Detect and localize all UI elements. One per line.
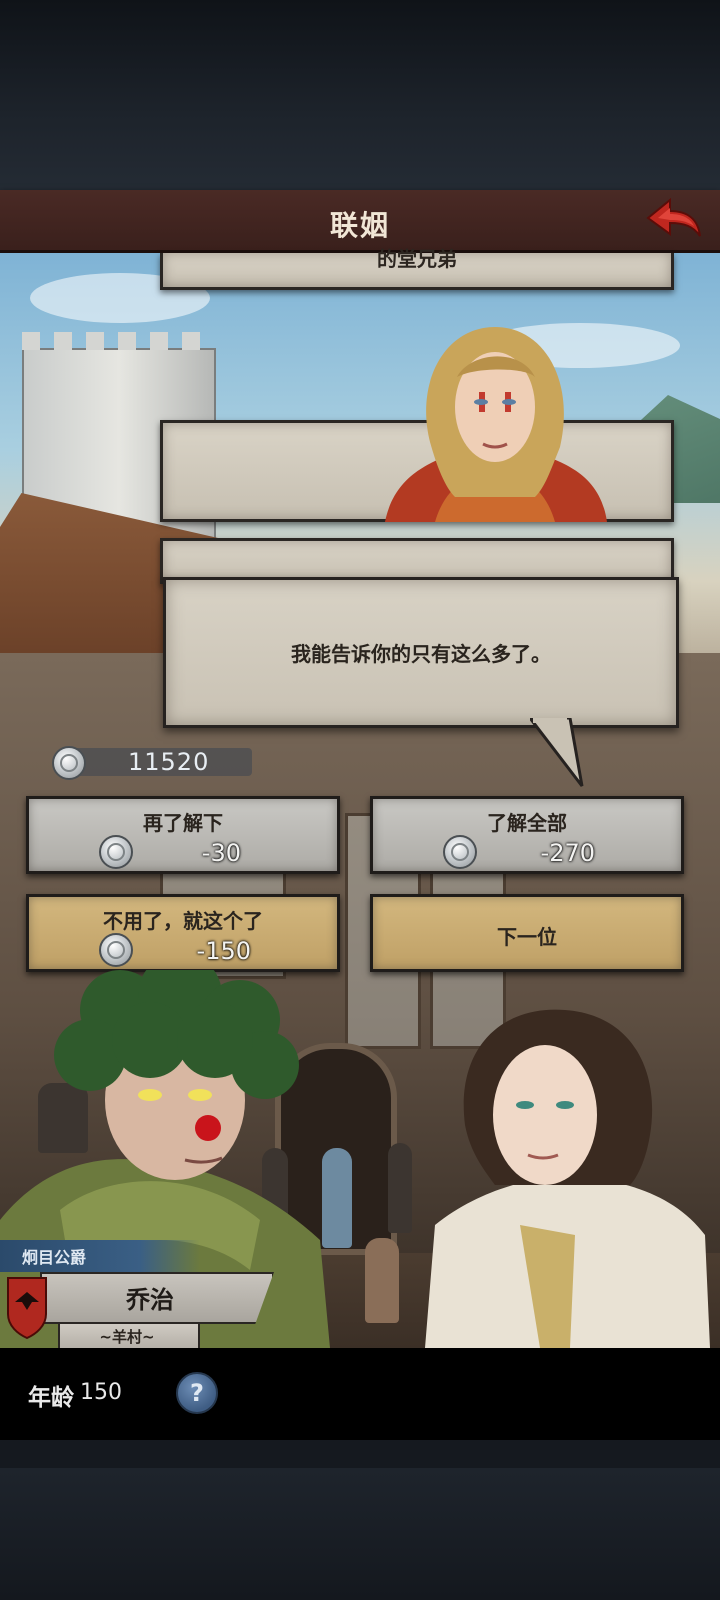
- learn-all-button[interactable]: 了解全部 -270: [370, 796, 684, 874]
- question-icon: ?: [190, 1379, 204, 1407]
- top-background: [0, 0, 720, 190]
- character-title: 炯目公爵: [22, 1248, 87, 1267]
- crow-shield-icon: [7, 1277, 47, 1340]
- option-cost: -270: [540, 839, 595, 867]
- option-cost: -150: [196, 937, 251, 965]
- option-cost: -30: [201, 839, 241, 867]
- dialog-box-partial: 的堂兄弟: [160, 247, 674, 290]
- speech-bubble: 我能告诉你的只有这么多了。: [163, 577, 679, 728]
- silver-coin-icon: [99, 933, 133, 967]
- option-label: 不用了，就这个了: [103, 909, 263, 933]
- option-label: 了解全部: [487, 811, 567, 835]
- choose-this-button[interactable]: 不用了，就这个了 -150: [26, 894, 340, 972]
- character-village: ~羊村~: [99, 1328, 155, 1346]
- bottom-background: [0, 1468, 720, 1600]
- silver-coin-icon: [52, 746, 86, 780]
- currency-total: 11520: [128, 748, 210, 776]
- silver-coin-icon: [99, 835, 133, 869]
- silver-coin-icon: [443, 835, 477, 869]
- character-name: 乔治: [126, 1286, 174, 1314]
- crowd-figure: [388, 1143, 412, 1233]
- partial-dialog-text: 的堂兄弟: [377, 247, 457, 271]
- age-value: 150: [80, 1380, 122, 1405]
- learn-more-button[interactable]: 再了解下 -30: [26, 796, 340, 874]
- help-button[interactable]: ?: [176, 1372, 218, 1414]
- option-label: 下一位: [497, 925, 557, 949]
- crowd-figure: [365, 1238, 399, 1323]
- woman-portrait: [385, 327, 607, 522]
- back-button[interactable]: [644, 196, 704, 242]
- young-man-portrait: [425, 1009, 710, 1348]
- speech-bubble-tail: [530, 718, 584, 787]
- next-candidate-button[interactable]: 下一位: [370, 894, 684, 972]
- option-label: 再了解下: [143, 811, 223, 835]
- speech-text: 我能告诉你的只有这么多了。: [291, 642, 551, 666]
- age-label: 年龄: [28, 1385, 74, 1411]
- page-title: 联姻: [329, 209, 390, 242]
- back-arrow-icon: [646, 197, 701, 237]
